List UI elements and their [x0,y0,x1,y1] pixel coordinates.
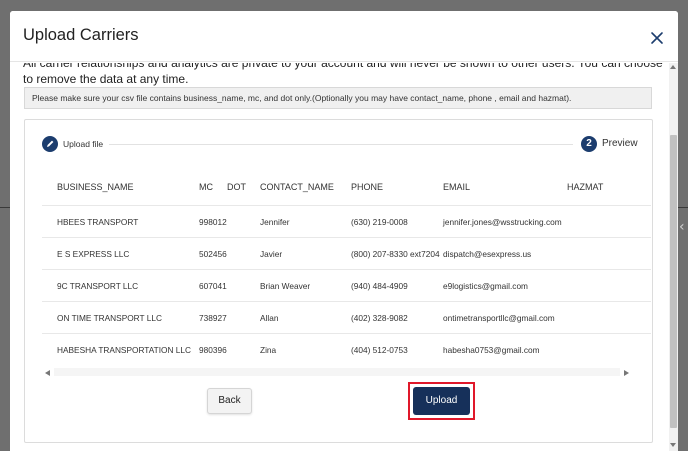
cell-phone: (800) 207-8330 ext7204 [351,249,440,259]
step1-label: Upload file [63,139,104,149]
step2-number: 2 [581,136,597,152]
cell-business-name: 9C TRANSPORT LLC [57,281,139,291]
privacy-notice-text: All carrier relationships and analytics … [23,63,663,86]
cell-business-name: HBEES TRANSPORT [57,217,139,227]
cell-contact-name: Allan [260,313,279,323]
cell-mc: 607041 [199,281,227,291]
step1-edit-icon [42,136,58,152]
cell-email: jennifer.jones@wsstrucking.com [443,217,562,227]
cell-contact-name: Jennifer [260,217,290,227]
col-header-contact-name: CONTACT_NAME [260,182,334,192]
cell-email: ontimetransportllc@gmail.com [443,313,555,323]
cell-phone: (404) 512-0753 [351,345,408,355]
scroll-right-arrow-icon[interactable] [624,370,629,376]
col-header-dot: DOT [227,182,246,192]
col-header-business-name: BUSINESS_NAME [57,182,134,192]
cell-contact-name: Zina [260,345,277,355]
table-row: 9C TRANSPORT LLC 607041 Brian Weaver (94… [42,269,651,301]
modal-body: All carrier relationships and analytics … [10,63,678,451]
col-header-phone: PHONE [351,182,384,192]
modal-title: Upload Carriers [23,26,139,44]
cell-business-name: HABESHA TRANSPORTATION LLC [57,345,192,355]
modal-header: Upload Carriers [10,11,678,62]
background-divider-left [0,207,10,208]
cell-phone: (402) 328-9082 [351,313,408,323]
table-row: E S EXPRESS LLC 502456 Javier (800) 207-… [42,237,651,269]
table-row: HBEES TRANSPORT 998012 Jennifer (630) 21… [42,205,651,237]
modal-vertical-scrollbar[interactable] [669,63,678,451]
scroll-left-arrow-icon[interactable] [45,370,50,376]
background-divider-right [678,207,688,208]
stepper-connector [109,144,573,145]
horizontal-scroll-track[interactable] [54,368,620,376]
scroll-down-arrow-icon[interactable] [670,443,676,447]
cell-business-name: ON TIME TRANSPORT LLC [57,313,162,323]
cell-email: e9logistics@gmail.com [443,281,528,291]
upload-button[interactable]: Upload [413,387,470,415]
cell-mc: 738927 [199,313,227,323]
cell-mc: 980396 [199,345,227,355]
background-chevron-left-icon: ‹ [679,219,685,235]
cell-email: dispatch@esexpress.us [443,249,532,259]
cell-email: habesha0753@gmail.com [443,345,540,355]
col-header-mc: MC [199,182,213,192]
close-icon[interactable] [650,31,664,45]
col-header-email: EMAIL [443,182,471,192]
scroll-up-arrow-icon[interactable] [670,65,676,69]
cell-mc: 998012 [199,217,227,227]
step2-label: Preview [602,138,638,149]
cell-contact-name: Brian Weaver [260,281,311,291]
table-row: HABESHA TRANSPORTATION LLC 980396 Zina (… [42,333,651,365]
upload-carriers-modal: Upload Carriers All carrier relationship… [10,11,678,451]
vertical-scroll-thumb[interactable] [670,135,677,428]
col-header-hazmat: HAZMAT [567,182,604,192]
csv-format-notice: Please make sure your csv file contains … [24,87,652,109]
cell-business-name: E S EXPRESS LLC [57,249,130,259]
table-row: ON TIME TRANSPORT LLC 738927 Allan (402)… [42,301,651,333]
cell-phone: (630) 219-0008 [351,217,408,227]
back-button[interactable]: Back [207,388,252,414]
cell-mc: 502456 [199,249,227,259]
upload-wizard-panel: Upload file 2 Preview BUSINESS_NAME MC D… [24,119,653,443]
cell-phone: (940) 484-4909 [351,281,408,291]
cell-contact-name: Javier [260,249,283,259]
table-horizontal-scrollbar[interactable] [45,368,631,378]
